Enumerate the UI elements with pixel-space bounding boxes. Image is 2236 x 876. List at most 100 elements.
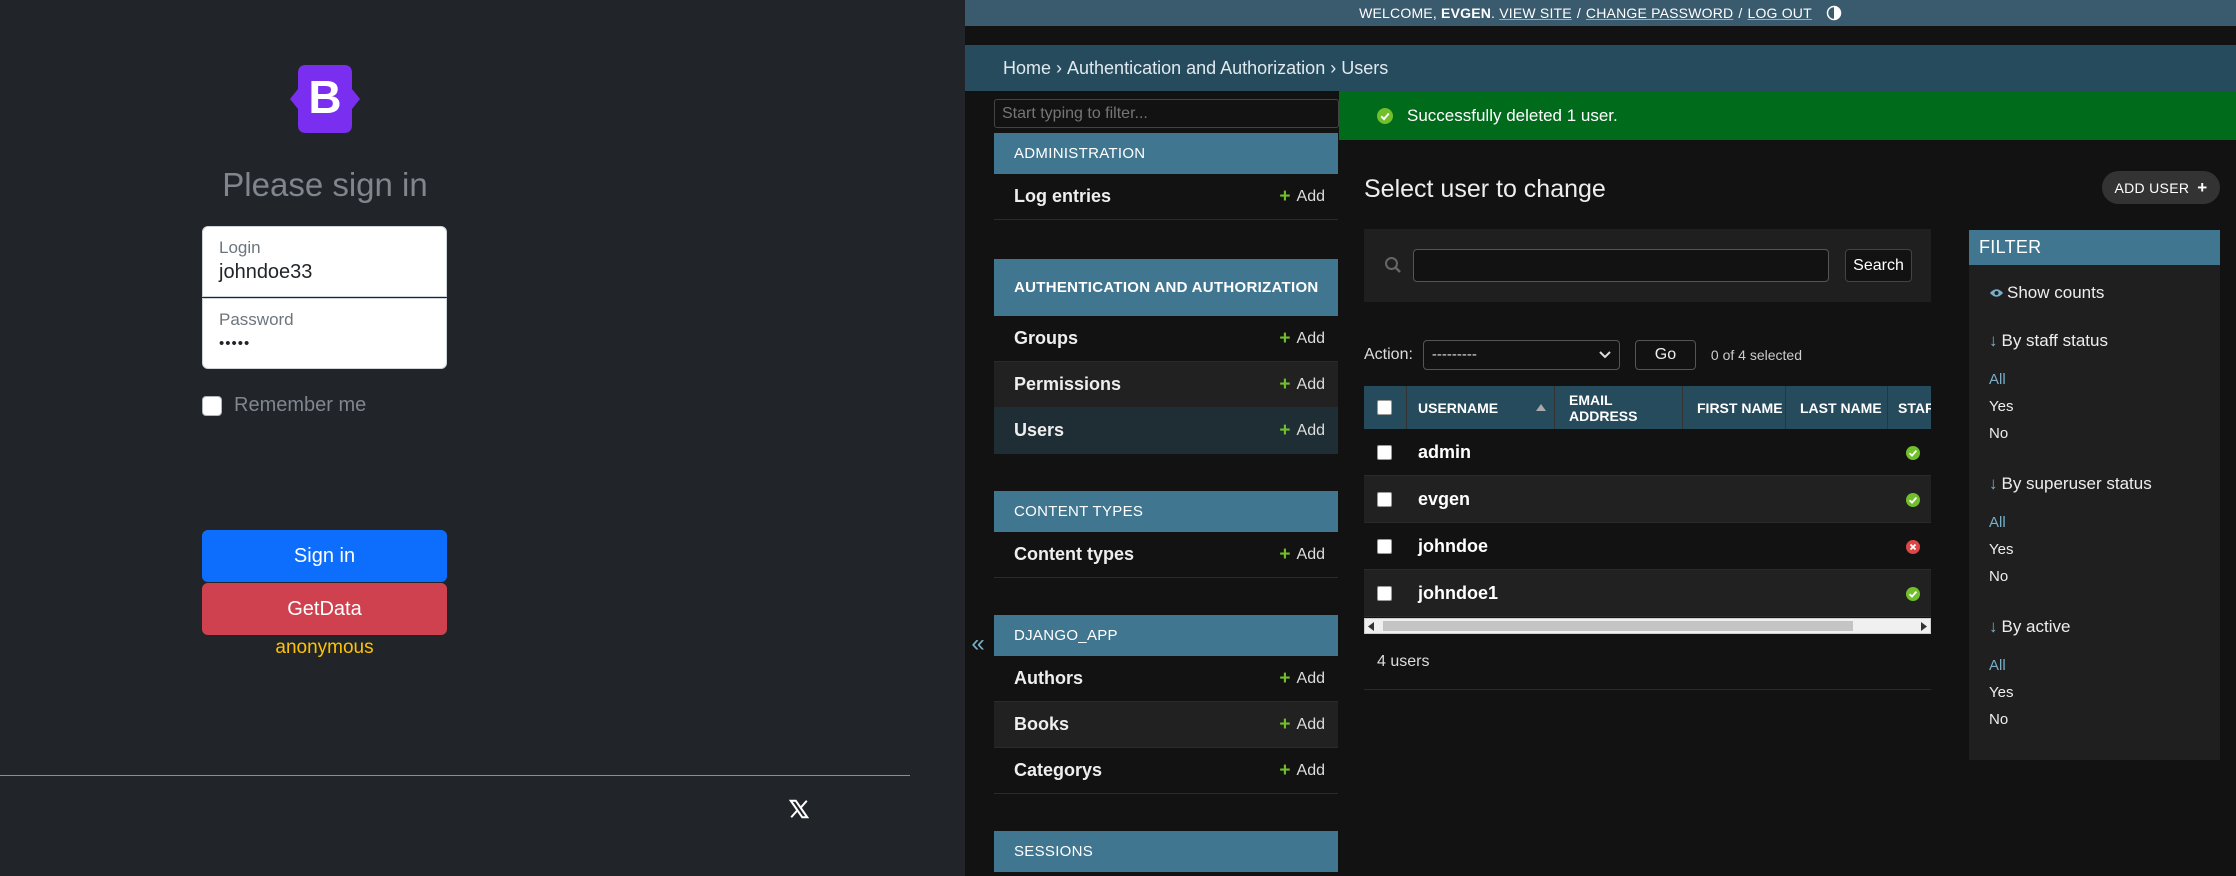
row-checkbox[interactable]: [1377, 586, 1392, 601]
username-link[interactable]: johndoe: [1418, 523, 1488, 570]
module-content-types[interactable]: CONTENT TYPES: [994, 491, 1338, 532]
column-username[interactable]: USERNAME: [1407, 386, 1555, 429]
filter-option-no[interactable]: No: [1989, 568, 2008, 585]
nav-item-authors[interactable]: Authors + Add: [994, 656, 1338, 702]
nav-item-label[interactable]: Content types: [1014, 544, 1134, 565]
table-row: johndoe1: [1364, 570, 1931, 617]
scrollbar-thumb[interactable]: [1383, 621, 1853, 631]
add-label: Add: [1296, 715, 1325, 733]
login-field[interactable]: Login johndoe33: [202, 226, 447, 297]
login-field-value[interactable]: johndoe33: [219, 261, 312, 284]
module-sessions[interactable]: SESSIONS: [994, 831, 1338, 872]
row-checkbox[interactable]: [1377, 492, 1392, 507]
filter-option-no[interactable]: No: [1989, 425, 2008, 442]
nav-item-content-types[interactable]: Content types + Add: [994, 532, 1338, 578]
nav-item-users[interactable]: Users + Add: [994, 408, 1338, 454]
row-checkbox[interactable]: [1377, 539, 1392, 554]
sign-in-button[interactable]: Sign in: [202, 530, 447, 582]
remember-me-checkbox[interactable]: [202, 395, 222, 416]
nav-item-books[interactable]: Books + Add: [994, 702, 1338, 748]
scroll-right-icon[interactable]: [1919, 622, 1927, 631]
filter-option-yes[interactable]: Yes: [1989, 398, 2013, 415]
filter-option-no[interactable]: No: [1989, 711, 2008, 728]
view-site-link[interactable]: VIEW SITE: [1499, 5, 1572, 21]
nav-item-permissions[interactable]: Permissions + Add: [994, 362, 1338, 408]
filter-heading-staff: ↓ By staff status: [1989, 331, 2108, 351]
module-django-app[interactable]: DJANGO_APP: [994, 615, 1338, 656]
success-message: Successfully deleted 1 user.: [1339, 91, 2236, 140]
remember-me-label: Remember me: [234, 394, 367, 416]
page-title: Select user to change: [1364, 175, 1606, 203]
filter-option-all[interactable]: All: [1989, 514, 2006, 531]
add-link[interactable]: + Add: [1279, 421, 1325, 440]
change-password-link[interactable]: CHANGE PASSWORD: [1586, 5, 1733, 21]
add-link[interactable]: + Add: [1279, 545, 1325, 564]
horizontal-scrollbar[interactable]: [1364, 618, 1931, 634]
nav-item-log-entries[interactable]: Log entries + Add: [994, 174, 1338, 220]
filter-heading-label: By superuser status: [2001, 474, 2152, 493]
column-first-name[interactable]: FIRST NAME: [1683, 386, 1786, 429]
search-input[interactable]: [1413, 249, 1829, 282]
password-field[interactable]: Password •••••: [202, 298, 447, 369]
module-administration[interactable]: ADMINISTRATION: [994, 133, 1338, 174]
add-link[interactable]: + Add: [1279, 187, 1325, 206]
sort-ascending-icon[interactable]: [1536, 404, 1546, 411]
add-link[interactable]: + Add: [1279, 375, 1325, 394]
remember-me-row[interactable]: Remember me: [202, 394, 366, 417]
column-last-name[interactable]: LAST NAME: [1786, 386, 1888, 429]
nav-item-groups[interactable]: Groups + Add: [994, 316, 1338, 362]
nav-item-categorys[interactable]: Categorys + Add: [994, 748, 1338, 794]
username-link[interactable]: johndoe1: [1418, 570, 1498, 617]
nav-filter-input[interactable]: [994, 99, 1339, 128]
username-link[interactable]: evgen: [1418, 476, 1470, 523]
nav-item-label[interactable]: Authors: [1014, 668, 1083, 689]
row-checkbox[interactable]: [1377, 445, 1392, 460]
sidebar-collapse-toggle[interactable]: «: [965, 630, 991, 658]
results-table: USERNAME EMAIL ADDRESS FIRST NAME LAST N…: [1364, 386, 1931, 618]
get-data-button[interactable]: GetData: [202, 583, 447, 635]
add-label: Add: [1296, 545, 1325, 563]
filter-option-yes[interactable]: Yes: [1989, 541, 2013, 558]
breadcrumb-current: Users: [1341, 57, 1389, 78]
table-row: admin: [1364, 429, 1931, 476]
action-select[interactable]: ---------: [1422, 339, 1620, 370]
user-status-label: anonymous: [275, 637, 374, 658]
success-message-text: Successfully deleted 1 user.: [1407, 105, 1618, 125]
breadcrumb-app[interactable]: Authentication and Authorization: [1067, 58, 1325, 79]
nav-item-label[interactable]: Users: [1014, 420, 1064, 441]
add-user-button[interactable]: ADD USER +: [2102, 171, 2220, 204]
plus-icon: +: [1279, 759, 1291, 781]
module-authentication[interactable]: AUTHENTICATION AND AUTHORIZATION: [994, 259, 1338, 316]
admin-pane: WELCOME, EVGEN. VIEW SITE / CHANGE PASSW…: [965, 0, 2236, 876]
nav-item-label[interactable]: Log entries: [1014, 186, 1111, 207]
show-counts-link[interactable]: Show counts: [1989, 283, 2104, 303]
column-email[interactable]: EMAIL ADDRESS: [1555, 386, 1683, 429]
nav-item-label[interactable]: Books: [1014, 714, 1069, 735]
filter-option-yes[interactable]: Yes: [1989, 684, 2013, 701]
column-staff[interactable]: STAFF: [1888, 386, 1931, 429]
nav-item-label[interactable]: Categorys: [1014, 760, 1102, 781]
add-link[interactable]: + Add: [1279, 759, 1325, 781]
add-link[interactable]: + Add: [1279, 329, 1325, 348]
search-icon: [1385, 257, 1401, 273]
check-circle-icon: [1377, 107, 1393, 124]
nav-item-label[interactable]: Groups: [1014, 328, 1078, 349]
filter-option-all[interactable]: All: [1989, 371, 2006, 388]
password-field-label: Password: [219, 310, 294, 329]
theme-toggle-icon[interactable]: [1826, 5, 1842, 21]
filter-option-all[interactable]: All: [1989, 657, 2006, 674]
search-button[interactable]: Search: [1845, 249, 1912, 282]
arrow-down-icon: ↓: [1989, 331, 1998, 350]
search-toolbar: Search: [1364, 229, 1931, 302]
nav-item-label[interactable]: Permissions: [1014, 374, 1121, 395]
password-field-value[interactable]: •••••: [219, 335, 250, 352]
go-button[interactable]: Go: [1634, 339, 1696, 370]
log-out-link[interactable]: LOG OUT: [1747, 5, 1811, 21]
username-link[interactable]: admin: [1418, 429, 1471, 476]
x-twitter-icon[interactable]: [788, 798, 810, 820]
add-link[interactable]: + Add: [1279, 715, 1325, 734]
breadcrumb-home[interactable]: Home: [1003, 58, 1051, 79]
add-link[interactable]: + Add: [1279, 669, 1325, 688]
scroll-left-icon[interactable]: [1368, 622, 1376, 631]
select-all-checkbox[interactable]: [1377, 400, 1392, 415]
